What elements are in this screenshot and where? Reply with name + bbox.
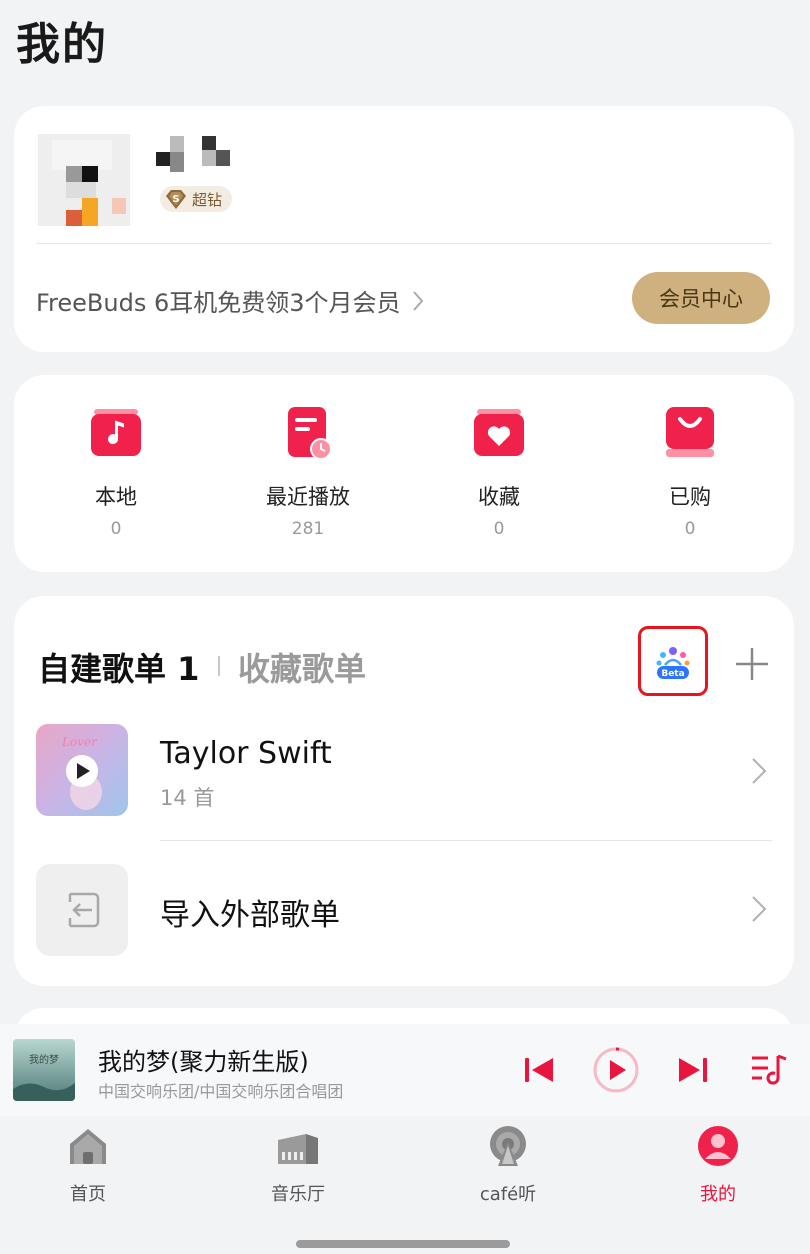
shortcut-label: 本地 [95, 485, 137, 509]
cover-text: 我的梦 [29, 1053, 59, 1066]
tab-my-playlists[interactable]: 自建歌单 1 [38, 644, 199, 690]
music-hall-icon [278, 1134, 318, 1164]
shortcut-count: 0 [110, 519, 122, 539]
recent-play-icon [288, 407, 332, 460]
playlist-row[interactable] [14, 714, 794, 826]
ai-beta-button[interactable]: Beta [638, 626, 708, 696]
play-pause-button[interactable] [592, 1046, 640, 1094]
shortcut-favorites[interactable]: 收藏 0 [419, 405, 579, 539]
shortcut-recent[interactable]: 最近播放 281 [228, 405, 388, 539]
nav-label: café听 [479, 1184, 537, 1205]
divider [160, 840, 772, 841]
nickname-blurred [156, 136, 236, 172]
next-icon[interactable] [676, 1054, 710, 1086]
vip-center-button[interactable]: 会员中心 [632, 272, 770, 324]
nav-cafe[interactable]: café听 [438, 1124, 578, 1206]
cover-text: Lover [61, 735, 98, 749]
add-playlist-button[interactable] [734, 646, 770, 682]
page-title: 我的 [16, 19, 108, 70]
diamond-icon: S [166, 190, 186, 209]
tab-separator [218, 656, 220, 676]
playlist-count: 14 首 [160, 786, 215, 810]
shortcut-local[interactable]: 本地 0 [36, 405, 196, 539]
now-playing-title: 我的梦(聚力新生版) [98, 1048, 309, 1076]
shortcut-count: 281 [291, 519, 325, 539]
playlist-cover[interactable]: Lover [36, 724, 128, 816]
shortcut-label: 收藏 [478, 485, 520, 509]
svg-text:S: S [172, 194, 179, 205]
import-playlist-label: 导入外部歌单 [160, 898, 340, 933]
shortcut-count: 0 [684, 519, 696, 539]
chevron-right-icon [412, 290, 423, 311]
import-icon-box[interactable] [36, 864, 128, 956]
nav-label: 首页 [70, 1184, 106, 1205]
nav-label: 音乐厅 [271, 1184, 325, 1205]
shortcut-label: 已购 [669, 485, 711, 509]
nav-music-hall[interactable]: 音乐厅 [228, 1124, 368, 1206]
ai-beta-icon: Beta [656, 647, 690, 679]
shortcut-count: 0 [493, 519, 505, 539]
home-icon [70, 1129, 106, 1164]
heart-icon [474, 409, 524, 456]
nav-mine[interactable]: 我的 [648, 1124, 788, 1206]
profile-card: S 超钻 FreeBuds 6耳机免费领3个月会员 会员中心 [14, 106, 794, 352]
shortcuts-card: 本地 0 最近播放 281 收藏 0 已购 0 [14, 375, 794, 572]
now-playing-cover[interactable]: 我的梦 [13, 1039, 75, 1101]
nav-label: 我的 [700, 1184, 736, 1205]
playlist-name: Taylor Swift [160, 736, 332, 771]
music-note-icon [91, 409, 141, 456]
vip-badge[interactable]: S 超钻 [160, 186, 233, 212]
chevron-right-icon [752, 896, 767, 922]
shopping-bag-icon [666, 407, 714, 457]
bottom-nav: 首页 音乐厅 café听 我的 [0, 1116, 810, 1254]
import-icon [68, 892, 100, 928]
divider [36, 243, 772, 244]
shortcut-label: 最近播放 [266, 485, 350, 509]
chevron-right-icon [752, 758, 767, 784]
nav-home[interactable]: 首页 [18, 1124, 158, 1206]
profile-icon [698, 1126, 738, 1166]
beta-label: Beta [661, 669, 684, 679]
playlist-queue-icon[interactable] [750, 1052, 790, 1088]
mini-player[interactable]: 我的梦 我的梦(聚力新生版) 中国交响乐团/中国交响乐团合唱团 [0, 1024, 810, 1116]
playlists-card: 自建歌单 1 收藏歌单 Beta Lover Taylor Swift 14 首… [14, 596, 794, 986]
tab-favorite-playlists[interactable]: 收藏歌单 [238, 644, 366, 690]
avatar[interactable] [38, 134, 130, 226]
shortcut-purchased[interactable]: 已购 0 [610, 405, 770, 539]
vip-badge-label: 超钻 [192, 190, 223, 209]
now-playing-artist: 中国交响乐团/中国交响乐团合唱团 [98, 1082, 344, 1101]
promo-text: FreeBuds 6耳机免费领3个月会员 [36, 289, 401, 317]
import-playlist-row[interactable] [14, 854, 794, 966]
home-indicator[interactable] [296, 1240, 510, 1248]
previous-icon[interactable] [522, 1054, 556, 1086]
promo-link[interactable]: FreeBuds 6耳机免费领3个月会员 [36, 283, 425, 318]
podcast-icon [490, 1126, 526, 1166]
